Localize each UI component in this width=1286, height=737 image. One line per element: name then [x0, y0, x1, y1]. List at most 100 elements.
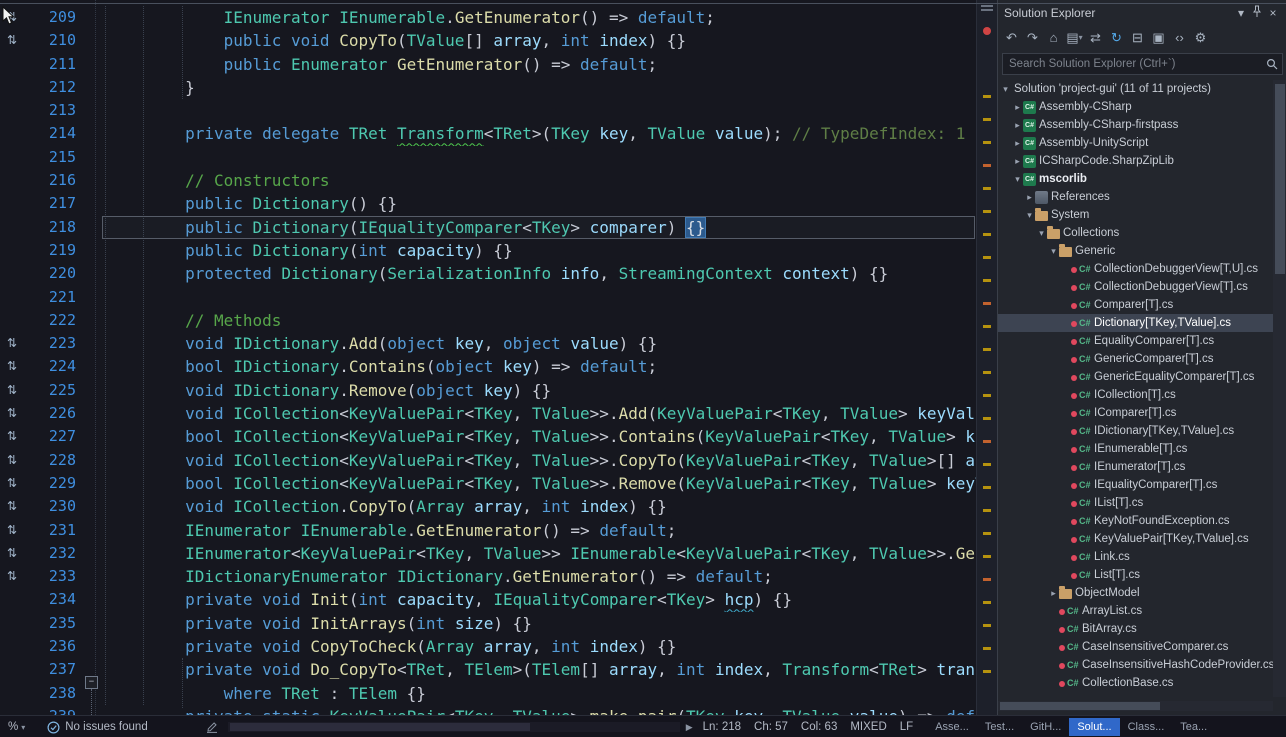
code-text[interactable]: void ICollection.CopyTo(Array array, int… — [108, 495, 977, 518]
tree-item[interactable]: ▾System — [998, 206, 1273, 224]
toolbar-back-icon[interactable]: ↶ — [1003, 28, 1020, 48]
search-box[interactable] — [1002, 53, 1283, 75]
code-line-209[interactable]: ⇅209 IEnumerator IEnumerable.GetEnumerat… — [0, 6, 977, 29]
pin-icon[interactable] — [1249, 5, 1265, 21]
expander-icon[interactable]: ▾ — [1012, 174, 1023, 185]
code-line-217[interactable]: 217 public Dictionary() {} — [0, 192, 977, 215]
implements-interface-icon[interactable]: ⇅ — [7, 383, 17, 397]
panel-tab-gith[interactable]: GitH... — [1022, 718, 1069, 736]
code-line-215[interactable]: 215 — [0, 146, 977, 169]
tree-item[interactable]: C#ICollection[T].cs — [998, 386, 1273, 404]
expander-icon[interactable]: ▸ — [1012, 120, 1023, 131]
zoom-control[interactable]: % ▾ — [8, 721, 25, 733]
panel-tab-tea[interactable]: Tea... — [1172, 718, 1215, 736]
tree-item[interactable]: ▸C#Assembly-CSharp — [998, 98, 1273, 116]
editor-scrollbar[interactable] — [976, 0, 997, 715]
splitter-grip-icon[interactable] — [981, 5, 993, 7]
code-line-220[interactable]: 220 protected Dictionary(SerializationIn… — [0, 262, 977, 285]
code-text[interactable]: void ICollection<KeyValuePair<TKey, TVal… — [108, 449, 977, 472]
toolbar-copy-path-icon[interactable]: ▣ — [1150, 28, 1167, 48]
code-text[interactable]: // Constructors — [108, 169, 977, 192]
panel-tab-asse[interactable]: Asse... — [927, 718, 977, 736]
code-line-214[interactable]: 214 private delegate TRet Transform<TRet… — [0, 122, 977, 145]
code-text[interactable]: IEnumerator<KeyValuePair<TKey, TValue>> … — [108, 542, 977, 565]
expander-icon[interactable]: ▸ — [1012, 156, 1023, 167]
chevron-down-icon[interactable]: ▾ — [1233, 6, 1249, 20]
tree-item[interactable]: C#IComparer[T].cs — [998, 404, 1273, 422]
code-text[interactable]: private void CopyToCheck(Array array, in… — [108, 635, 977, 658]
code-text[interactable]: } — [108, 76, 977, 99]
panel-tab-test[interactable]: Test... — [977, 718, 1022, 736]
code-line-213[interactable]: 213 — [0, 99, 977, 122]
horizontal-scrollbar[interactable] — [228, 722, 680, 732]
code-line-233[interactable]: ⇅233 IDictionaryEnumerator IDictionary.G… — [0, 565, 977, 588]
code-text[interactable]: void IDictionary.Remove(object key) {} — [108, 379, 977, 402]
toolbar-refresh-icon[interactable]: ↻ — [1108, 28, 1125, 48]
tree-item[interactable]: C#IEnumerable[T].cs — [998, 440, 1273, 458]
implements-interface-icon[interactable]: ⇅ — [7, 453, 17, 467]
code-line-228[interactable]: ⇅228 void ICollection<KeyValuePair<TKey,… — [0, 449, 977, 472]
eol-indicator[interactable]: LF — [900, 721, 913, 733]
expander-icon[interactable]: ▸ — [1024, 192, 1035, 203]
implements-interface-icon[interactable]: ⇅ — [7, 523, 17, 537]
code-text[interactable]: where TRet : TElem {} — [108, 682, 977, 705]
panel-tab-solut[interactable]: Solut... — [1069, 718, 1119, 736]
code-line-210[interactable]: ⇅210 public void CopyTo(TValue[] array, … — [0, 29, 977, 52]
document-health-error-icon[interactable] — [983, 27, 991, 35]
code-line-211[interactable]: 211 public Enumerator GetEnumerator() =>… — [0, 53, 977, 76]
toolbar-switch-views-icon[interactable]: ▤▾ — [1066, 28, 1083, 48]
tree-item[interactable]: C#CollectionDebuggerView[T].cs — [998, 278, 1273, 296]
tree-item[interactable]: C#IEqualityComparer[T].cs — [998, 476, 1273, 494]
code-line-226[interactable]: ⇅226 void ICollection<KeyValuePair<TKey,… — [0, 402, 977, 425]
code-text[interactable]: private static KeyValuePair<TKey, TValue… — [108, 705, 977, 715]
tree-item[interactable]: ▾Generic — [998, 242, 1273, 260]
toolbar-home-icon[interactable]: ⌂ — [1045, 28, 1062, 48]
tree-item[interactable]: ▸C#ICSharpCode.SharpZipLib — [998, 152, 1273, 170]
code-line-236[interactable]: 236 private void CopyToCheck(Array array… — [0, 635, 977, 658]
code-text[interactable]: void ICollection<KeyValuePair<TKey, TVal… — [108, 402, 977, 425]
code-text[interactable]: private void Do_CopyTo<TRet, TElem>(TEle… — [108, 658, 977, 681]
tree-item[interactable]: ▸References — [998, 188, 1273, 206]
expander-icon[interactable]: ▸ — [1012, 102, 1023, 113]
tree-item[interactable]: C#Link.cs — [998, 548, 1273, 566]
implements-interface-icon[interactable]: ⇅ — [7, 406, 17, 420]
implements-interface-icon[interactable]: ⇅ — [7, 359, 17, 373]
code-line-219[interactable]: 219 public Dictionary(int capacity) {} — [0, 239, 977, 262]
tree-item[interactable]: C#GenericEqualityComparer[T].cs — [998, 368, 1273, 386]
tree-item[interactable]: ▾Collections — [998, 224, 1273, 242]
close-icon[interactable]: × — [1265, 6, 1281, 20]
tree-item[interactable]: C#IEnumerator[T].cs — [998, 458, 1273, 476]
tree-item[interactable]: C#CollectionBase.cs — [998, 674, 1273, 692]
code-text[interactable]: public Enumerator GetEnumerator() => def… — [108, 53, 977, 76]
expander-icon[interactable]: ▾ — [1000, 84, 1011, 95]
code-line-225[interactable]: ⇅225 void IDictionary.Remove(object key)… — [0, 379, 977, 402]
toolbar-settings-icon[interactable]: ⚙ — [1192, 28, 1209, 48]
expander-icon[interactable]: ▾ — [1024, 210, 1035, 221]
tree-item[interactable]: C#GenericComparer[T].cs — [998, 350, 1273, 368]
code-text[interactable]: public Dictionary(int capacity) {} — [108, 239, 977, 262]
implements-interface-icon[interactable]: ⇅ — [7, 476, 17, 490]
toolbar-preview-code-icon[interactable]: ‹› — [1171, 28, 1188, 48]
expander-icon[interactable]: ▾ — [1048, 246, 1059, 257]
code-line-237[interactable]: 237− private void Do_CopyTo<TRet, TElem>… — [0, 658, 977, 681]
implements-interface-icon[interactable]: ⇅ — [7, 499, 17, 513]
code-line-218[interactable]: 218 public Dictionary(IEqualityComparer<… — [0, 216, 977, 239]
tree-item[interactable]: C#Comparer[T].cs — [998, 296, 1273, 314]
code-text[interactable]: public Dictionary() {} — [108, 192, 977, 215]
implements-interface-icon[interactable]: ⇅ — [7, 33, 17, 47]
code-text[interactable]: public void CopyTo(TValue[] array, int i… — [108, 29, 977, 52]
code-line-238[interactable]: 238 where TRet : TElem {} — [0, 682, 977, 705]
code-text[interactable]: IEnumerator IEnumerable.GetEnumerator() … — [108, 519, 977, 542]
code-text[interactable]: bool ICollection<KeyValuePair<TKey, TVal… — [108, 472, 977, 495]
issues-indicator[interactable]: No issues found — [47, 721, 147, 734]
code-text[interactable]: // Methods — [108, 309, 977, 332]
tree-item[interactable]: C#IList[T].cs — [998, 494, 1273, 512]
column-indicator[interactable]: Col: 63 — [801, 721, 837, 733]
code-text[interactable]: void IDictionary.Add(object key, object … — [108, 332, 977, 355]
toolbar-forward-icon[interactable]: ↷ — [1024, 28, 1041, 48]
tree-item[interactable]: C#KeyValuePair[TKey,TValue].cs — [998, 530, 1273, 548]
expander-icon[interactable]: ▾ — [1036, 228, 1047, 239]
code-line-216[interactable]: 216 // Constructors — [0, 169, 977, 192]
tree-item[interactable]: C#CaseInsensitiveHashCodeProvider.cs — [998, 656, 1273, 674]
tree-item[interactable]: C#Dictionary[TKey,TValue].cs — [998, 314, 1273, 332]
